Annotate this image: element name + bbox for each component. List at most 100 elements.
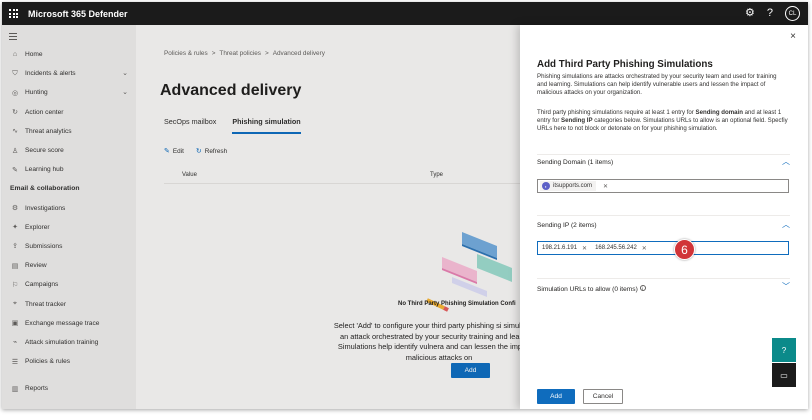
close-icon[interactable]: × <box>790 31 796 42</box>
main-content: Policies & rules > Threat policies > Advance… <box>136 25 544 409</box>
trophy-icon: ♙ <box>11 147 19 155</box>
sidebar-item-threat-analytics[interactable]: ∿ Threat analytics <box>2 122 136 141</box>
empty-state-text: Select 'Add' to configure your third par… <box>333 321 545 362</box>
feedback-icon[interactable]: ▭ <box>772 363 796 387</box>
sidebar-item-policies-rules[interactable]: ☰ Policies & rules <box>2 352 136 371</box>
chevron-down-icon[interactable]: ⌄ <box>122 88 128 96</box>
sidebar-item-attack-simulation[interactable]: ⌁ Attack simulation training <box>2 333 136 352</box>
remove-chip-icon[interactable]: ✕ <box>582 245 587 252</box>
panel-add-button[interactable]: Add <box>537 389 575 404</box>
panel-cancel-button[interactable]: Cancel <box>583 389 623 404</box>
breadcrumb-threat-policies[interactable]: Threat policies <box>219 50 261 57</box>
panel-requirements: Third party phishing simulations require… <box>537 109 789 133</box>
help-icon[interactable]: ? <box>767 8 773 19</box>
add-button[interactable]: Add <box>451 363 490 378</box>
sim-urls-header[interactable]: Simulation URLs to allow (0 items) i <box>537 285 646 293</box>
sidebar-item-submissions[interactable]: ⇪ Submissions <box>2 237 136 256</box>
sidebar-item-label: Attack simulation training <box>25 338 99 346</box>
divider <box>537 215 790 216</box>
top-bar: Microsoft 365 Defender ⚙ ? CL <box>2 2 808 25</box>
breadcrumb-separator: > <box>211 50 216 57</box>
campaigns-icon: ⚐ <box>11 281 19 289</box>
threat-tracker-icon: ⌖ <box>13 300 17 308</box>
reports-icon: ▥ <box>11 385 19 393</box>
sidebar-item-label: Threat tracker <box>25 300 67 308</box>
divider <box>537 278 790 279</box>
sidebar-item-campaigns[interactable]: ⚐ Campaigns <box>2 275 136 294</box>
hamburger-menu-icon[interactable] <box>9 33 17 42</box>
refresh-button[interactable]: ↻ Refresh <box>195 147 228 156</box>
chevron-down-icon[interactable]: ﹀ <box>782 281 790 292</box>
sidebar-item-investigations[interactable]: ⚙ Investigations <box>2 199 136 218</box>
ip-chip: 168.245.56.242 ✕ <box>593 245 649 252</box>
help-chat-icon[interactable]: ? <box>772 338 796 362</box>
sidebar-item-learning-hub[interactable]: ✎ Learning hub <box>2 160 136 179</box>
breadcrumb-policies-rules[interactable]: Policies & rules <box>164 50 208 57</box>
column-value[interactable]: Value <box>182 172 197 178</box>
domain-chip-label: itsupports.com <box>553 183 593 189</box>
table-header: Value Type <box>164 168 522 184</box>
sidebar-item-secure-score[interactable]: ♙ Secure score <box>2 141 136 160</box>
sidebar-item-label: Submissions <box>25 242 63 250</box>
chevron-down-icon[interactable]: ⌄ <box>122 69 128 77</box>
step-number-badge: 6 <box>674 239 695 260</box>
sending-domain-header[interactable]: Sending Domain (1 items) <box>537 159 613 166</box>
sidebar-item-explorer[interactable]: ✦ Explorer <box>2 218 136 237</box>
breadcrumb: Policies & rules > Threat policies > Advance… <box>164 50 325 57</box>
exchange-icon: ▣ <box>11 320 19 328</box>
sidebar-item-threat-tracker[interactable]: ⌖ Threat tracker <box>2 294 136 313</box>
sidebar-item-label: Exchange message trace <box>25 319 100 327</box>
tab-list: SecOps mailbox Phishing simulation <box>164 117 301 134</box>
app-title[interactable]: Microsoft 365 Defender <box>28 9 128 19</box>
learning-icon: ✎ <box>12 166 18 174</box>
user-avatar[interactable]: CL <box>785 6 800 21</box>
chevron-up-icon[interactable]: ︿ <box>782 156 790 167</box>
sidebar-item-home[interactable]: ⌂ Home <box>2 45 136 64</box>
sidebar-item-label: Investigations <box>25 204 66 212</box>
edit-label: Edit <box>172 147 184 155</box>
edit-button[interactable]: ✎ Edit <box>164 147 184 156</box>
sidebar-item-hunting[interactable]: ◎ Hunting ⌄ <box>2 83 136 102</box>
sidebar-item-review[interactable]: ▤ Review <box>2 256 136 275</box>
remove-chip-icon[interactable]: ✕ <box>603 183 608 190</box>
sidebar-item-exchange-trace[interactable]: ▣ Exchange message trace <box>2 314 136 333</box>
ip-chip-label: 168.245.56.242 <box>595 245 637 251</box>
sidebar-item-label: Reports <box>25 385 49 393</box>
attack-sim-icon: ⌁ <box>12 339 18 347</box>
sidebar-nav: ⌂ Home ⛉ Incidents & alerts ⌄ ◎ Hunting ⌄ ↻ Ac… <box>2 45 136 398</box>
sending-domain-input[interactable]: ◐ itsupports.com ✕ <box>537 179 789 193</box>
refresh-label: Refresh <box>204 147 228 155</box>
sidebar-item-label: Secure score <box>25 147 64 155</box>
toolbar: ✎ Edit ↻ Refresh <box>164 147 228 156</box>
app-launcher-icon[interactable] <box>2 2 25 25</box>
panel-title: Add Third Party Phishing Simulations <box>537 59 713 70</box>
sidebar-item-label: Home <box>25 51 43 59</box>
policies-icon: ☰ <box>11 358 19 366</box>
sidebar-item-reports[interactable]: ▥ Reports <box>2 379 136 398</box>
sidebar-item-label: Policies & rules <box>25 358 71 366</box>
chevron-up-icon[interactable]: ︿ <box>782 219 790 230</box>
sidebar-item-label: Threat analytics <box>25 127 72 135</box>
req-text-1: Third party phishing simulations require… <box>537 109 696 116</box>
tab-phishing-simulation[interactable]: Phishing simulation <box>232 117 301 134</box>
remove-chip-icon[interactable]: ✕ <box>642 245 647 252</box>
sidebar-item-action-center[interactable]: ↻ Action center <box>2 103 136 122</box>
home-icon: ⌂ <box>12 51 18 59</box>
sending-ip-header[interactable]: Sending IP (2 items) <box>537 222 597 229</box>
panel-footer: Add Cancel <box>537 389 623 404</box>
sidebar-item-incidents[interactable]: ⛉ Incidents & alerts ⌄ <box>2 64 136 83</box>
settings-gear-icon[interactable]: ⚙ <box>745 8 755 19</box>
column-type[interactable]: Type <box>430 172 443 178</box>
info-icon[interactable]: i <box>639 285 646 291</box>
sidebar-item-label: Action center <box>25 108 64 116</box>
refresh-icon: ↻ <box>195 148 202 155</box>
tab-secops-mailbox[interactable]: SecOps mailbox <box>164 117 216 134</box>
submissions-icon: ⇪ <box>12 243 18 251</box>
breadcrumb-advanced-delivery: Advanced delivery <box>272 50 325 57</box>
req-bold-1: Sending domain <box>695 109 743 116</box>
action-center-icon: ↻ <box>12 109 18 117</box>
review-icon: ▤ <box>11 262 19 270</box>
divider <box>537 154 790 155</box>
sending-ip-input[interactable]: 198.21.6.191 ✕ 168.245.56.242 ✕ <box>537 241 789 255</box>
req-bold-2: Sending IP <box>561 117 593 125</box>
